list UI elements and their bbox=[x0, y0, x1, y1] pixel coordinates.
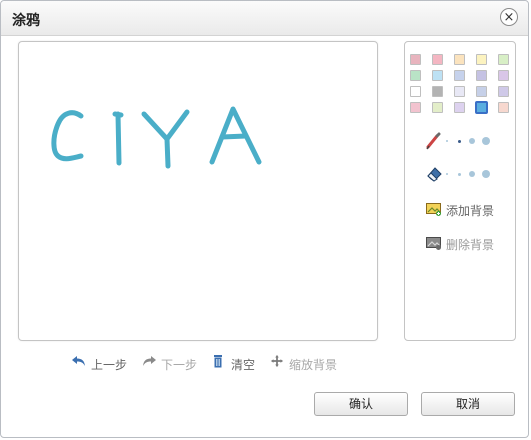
stroke-letter-c bbox=[51, 110, 84, 162]
undo-button[interactable]: 上一步 bbox=[71, 353, 131, 373]
stroke-letter-y-left bbox=[141, 111, 170, 142]
eraser-size-dot[interactable] bbox=[457, 172, 461, 176]
add-background-label: 添加背景 bbox=[446, 204, 495, 218]
brush-size-dot[interactable] bbox=[457, 139, 461, 143]
remove-background-button[interactable]: 删除背景 bbox=[426, 235, 511, 253]
drawing-canvas[interactable] bbox=[18, 41, 378, 341]
color-swatch[interactable] bbox=[476, 54, 487, 65]
color-swatch[interactable] bbox=[454, 86, 465, 97]
undo-icon bbox=[72, 356, 85, 366]
eraser-icon[interactable] bbox=[425, 165, 443, 183]
remove-image-icon bbox=[426, 237, 441, 250]
confirm-button[interactable]: 确认 bbox=[314, 392, 408, 416]
doodle-dialog: 涂鸦 × 添加背景 删除背景 上一步 下一步 清空 缩放背景 确认 取消 bbox=[0, 0, 529, 438]
stroke-letter-y-right bbox=[164, 109, 190, 142]
color-swatch[interactable] bbox=[476, 70, 487, 81]
trash-icon bbox=[214, 355, 222, 368]
color-swatch[interactable] bbox=[432, 70, 443, 81]
redo-button[interactable]: 下一步 bbox=[141, 353, 201, 373]
eraser-size-dot[interactable] bbox=[469, 171, 475, 177]
add-background-button[interactable]: 添加背景 bbox=[426, 201, 511, 219]
dialog-titlebar: 涂鸦 × bbox=[1, 1, 528, 36]
color-swatch[interactable] bbox=[498, 70, 509, 81]
color-swatch[interactable] bbox=[410, 70, 421, 81]
color-swatch[interactable] bbox=[432, 86, 443, 97]
eraser-size-row bbox=[425, 165, 505, 187]
color-swatch[interactable] bbox=[454, 102, 465, 113]
eraser-size-dot[interactable] bbox=[446, 173, 448, 175]
color-swatch[interactable] bbox=[476, 86, 487, 97]
remove-background-label: 删除背景 bbox=[446, 238, 495, 252]
move-arrows-icon bbox=[270, 354, 284, 368]
color-swatch[interactable] bbox=[410, 54, 421, 65]
color-swatch[interactable] bbox=[410, 102, 421, 113]
color-swatch[interactable] bbox=[498, 102, 509, 113]
color-swatch[interactable] bbox=[432, 54, 443, 65]
doodle-strokes bbox=[51, 106, 262, 169]
scale-background-label: 缩放背景 bbox=[289, 358, 338, 372]
close-icon[interactable]: × bbox=[500, 8, 518, 26]
stroke-letter-y-stem bbox=[164, 136, 171, 169]
clear-label: 清空 bbox=[231, 358, 256, 372]
color-swatch[interactable] bbox=[410, 86, 421, 97]
dialog-title: 涂鸦 bbox=[12, 13, 40, 29]
cancel-button[interactable]: 取消 bbox=[421, 392, 515, 416]
redo-icon bbox=[143, 356, 156, 366]
brush-size-dot[interactable] bbox=[469, 138, 475, 144]
color-swatch[interactable] bbox=[432, 102, 443, 113]
redo-label: 下一步 bbox=[161, 358, 198, 372]
clear-button[interactable]: 清空 bbox=[211, 353, 259, 373]
brush-size-dot[interactable] bbox=[446, 140, 448, 142]
eraser-size-dot[interactable] bbox=[482, 170, 490, 178]
color-swatch[interactable] bbox=[498, 86, 509, 97]
canvas-toolbar: 上一步 下一步 清空 缩放背景 bbox=[71, 353, 371, 373]
pencil-icon[interactable] bbox=[425, 132, 443, 150]
stroke-letter-i bbox=[112, 111, 124, 166]
scale-background-button[interactable]: 缩放背景 bbox=[269, 353, 345, 373]
brush-size-row bbox=[425, 132, 505, 154]
stroke-letter-a-bar bbox=[219, 133, 249, 140]
undo-label: 上一步 bbox=[91, 358, 128, 372]
tool-panel: 添加背景 删除背景 bbox=[404, 41, 516, 341]
color-swatch[interactable] bbox=[454, 70, 465, 81]
color-swatch[interactable] bbox=[475, 101, 488, 114]
brush-size-dot[interactable] bbox=[482, 137, 490, 145]
color-swatch[interactable] bbox=[454, 54, 465, 65]
add-image-icon bbox=[426, 203, 441, 216]
color-swatch[interactable] bbox=[498, 54, 509, 65]
